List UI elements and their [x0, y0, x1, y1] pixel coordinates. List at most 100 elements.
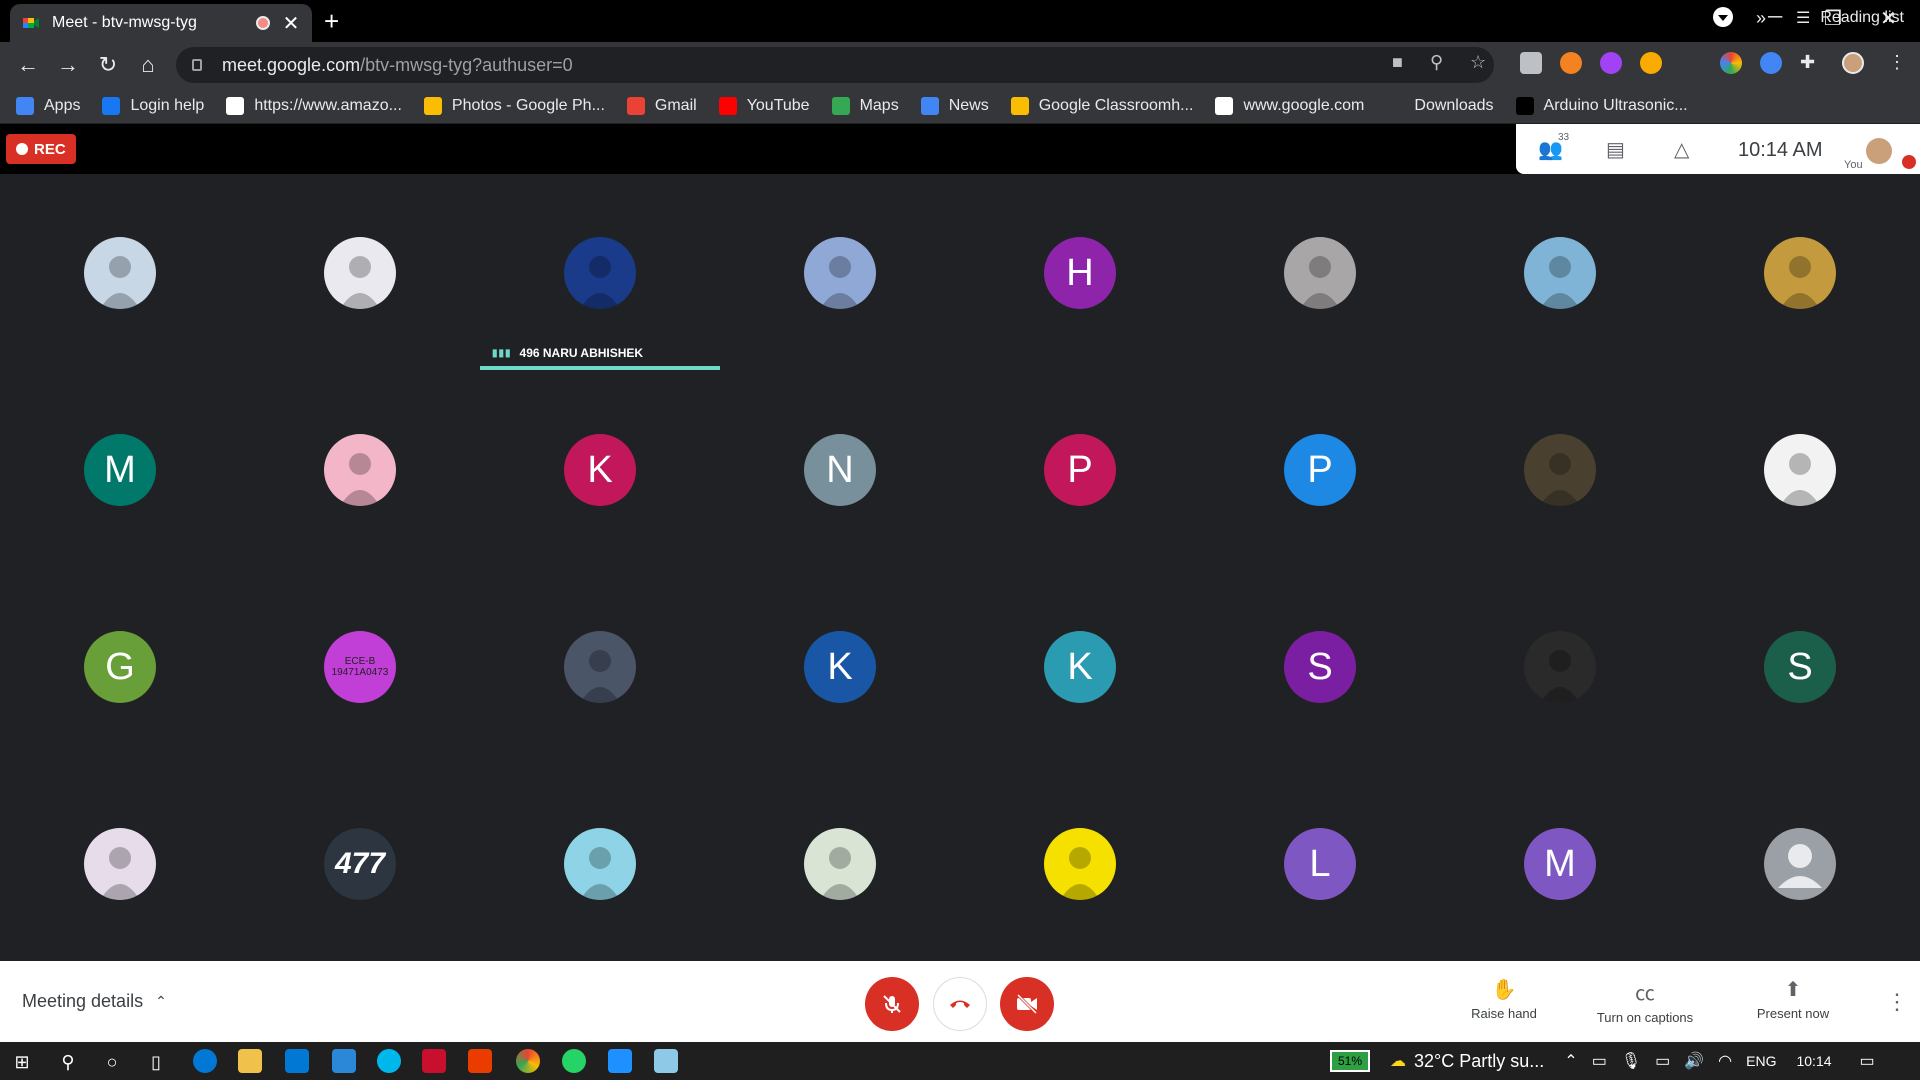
extension-icon[interactable]	[1520, 52, 1542, 74]
battery-indicator[interactable]: 51%	[1330, 1050, 1371, 1072]
bookmark-star-icon[interactable]: ☆	[1470, 52, 1486, 73]
extensions-puzzle-icon[interactable]: ✚	[1800, 52, 1815, 73]
file-explorer-icon[interactable]	[238, 1049, 262, 1073]
participant-tile[interactable]	[480, 568, 720, 765]
bookmark-item[interactable]: Downloads	[1386, 96, 1494, 115]
task-view-icon[interactable]: ▯	[144, 1050, 168, 1074]
extension-pen-icon[interactable]	[1600, 52, 1622, 74]
activities-icon[interactable]: △	[1674, 137, 1689, 162]
extension-blue-icon[interactable]	[1760, 52, 1782, 74]
cortana-icon[interactable]: ○	[100, 1050, 124, 1074]
app-l-icon[interactable]	[332, 1049, 356, 1073]
participant-tile[interactable]	[1440, 568, 1680, 765]
mail-icon[interactable]	[285, 1049, 309, 1073]
participant-tile[interactable]	[480, 174, 720, 371]
bookmark-item[interactable]: News	[920, 96, 989, 115]
tab-search-icon[interactable]	[1712, 6, 1734, 34]
extension-color-icon[interactable]	[1720, 52, 1742, 74]
tab-meet[interactable]: Meet - btv-mwsg-tyg ✕	[10, 4, 312, 42]
leave-call-button[interactable]	[933, 977, 987, 1031]
new-tab-button[interactable]: +	[324, 8, 339, 34]
app-icon[interactable]	[654, 1049, 678, 1073]
self-avatar[interactable]	[1866, 138, 1892, 164]
participant-tile[interactable]: M	[1440, 765, 1680, 962]
reload-button[interactable]: ↻	[94, 52, 122, 78]
participant-tile[interactable]: G	[0, 568, 240, 765]
bookmark-item[interactable]: YouTube	[718, 96, 810, 115]
captions-button[interactable]: ㏄ Turn on captions	[1590, 977, 1700, 1025]
participant-tile[interactable]: K	[720, 568, 960, 765]
reading-list-button[interactable]: ☰ Reading list	[1796, 8, 1904, 28]
meet-tray-icon[interactable]: ▭	[1592, 1051, 1607, 1071]
participant-tile[interactable]	[480, 765, 720, 962]
weather-text[interactable]: 32°C Partly su...	[1414, 1051, 1544, 1072]
participant-tile[interactable]: L	[1200, 765, 1440, 962]
language-indicator[interactable]: ENG	[1746, 1053, 1776, 1069]
participant-tile[interactable]	[1440, 371, 1680, 568]
bookmarks-overflow-button[interactable]: »	[1756, 8, 1766, 29]
profile-avatar[interactable]	[1842, 52, 1864, 74]
chrome-icon[interactable]	[516, 1049, 540, 1073]
bookmark-item[interactable]: Apps	[16, 96, 80, 115]
participant-tile[interactable]: S	[1200, 568, 1440, 765]
participant-tile[interactable]: 477	[240, 765, 480, 962]
participant-tile[interactable]	[1680, 765, 1920, 962]
photos-icon[interactable]	[608, 1049, 632, 1073]
chat-icon[interactable]: ▤	[1606, 137, 1625, 162]
bookmark-item[interactable]: www.google.com	[1215, 96, 1364, 115]
raise-hand-button[interactable]: ✋ Raise hand	[1464, 977, 1544, 1021]
extension-bulb-icon[interactable]	[1640, 52, 1662, 74]
participant-tile[interactable]: ECE-B 19471A0473	[240, 568, 480, 765]
whatsapp-icon[interactable]	[562, 1049, 586, 1073]
bookmark-item[interactable]: Google Classroomh...	[1010, 96, 1193, 115]
participant-tile[interactable]	[240, 371, 480, 568]
back-button[interactable]: ←	[14, 52, 42, 78]
notifications-icon[interactable]: ▭	[1860, 1051, 1875, 1071]
extension-key-icon[interactable]	[1560, 52, 1582, 74]
search-icon[interactable]: ⚲	[56, 1050, 80, 1074]
participant-tile[interactable]	[720, 174, 960, 371]
taskbar-clock[interactable]: 10:14	[1796, 1053, 1831, 1069]
tray-chevron-icon[interactable]: ⌃	[1564, 1051, 1577, 1071]
participant-tile[interactable]: S	[1680, 568, 1920, 765]
camera-toggle-button[interactable]	[1000, 977, 1054, 1031]
participant-tile[interactable]: N	[720, 371, 960, 568]
participant-tile[interactable]	[0, 765, 240, 962]
zoom-icon[interactable]: ⚲	[1430, 52, 1443, 73]
participant-tile[interactable]	[1200, 174, 1440, 371]
minimize-button[interactable]: ─	[1768, 6, 1782, 29]
forward-button[interactable]: →	[54, 52, 82, 78]
participant-tile[interactable]: P	[960, 371, 1200, 568]
volume-icon[interactable]: 🔊	[1684, 1051, 1704, 1071]
meeting-details-button[interactable]: Meeting details ⌃	[22, 991, 167, 1012]
participant-tile[interactable]	[720, 765, 960, 962]
participant-tile[interactable]	[240, 174, 480, 371]
edge-icon[interactable]	[193, 1049, 217, 1073]
address-bar[interactable]: meet.google.com/btv-mwsg-tyg?authuser=0	[176, 47, 1494, 83]
bookmark-item[interactable]: Gmail	[626, 96, 697, 115]
participant-tile[interactable]: M	[0, 371, 240, 568]
present-now-button[interactable]: ⬆ Present now	[1748, 977, 1838, 1021]
participant-tile[interactable]	[1680, 174, 1920, 371]
bookmark-item[interactable]: Login help	[102, 96, 204, 115]
participant-tile[interactable]: K	[960, 568, 1200, 765]
tab-close-icon[interactable]: ✕	[282, 11, 300, 36]
chrome-menu-icon[interactable]: ⋮	[1888, 52, 1906, 73]
participant-tile[interactable]	[1440, 174, 1680, 371]
mcafee-icon[interactable]	[422, 1049, 446, 1073]
participant-tile[interactable]	[0, 174, 240, 371]
bookmark-item[interactable]: Arduino Ultrasonic...	[1515, 96, 1688, 115]
home-button[interactable]: ⌂	[134, 52, 162, 78]
more-options-icon[interactable]: ⋮	[1886, 989, 1908, 1015]
participant-tile[interactable]: P	[1200, 371, 1440, 568]
participant-tile[interactable]	[1680, 371, 1920, 568]
participant-tile[interactable]: H	[960, 174, 1200, 371]
cortana-ring-icon[interactable]	[377, 1049, 401, 1073]
bookmark-item[interactable]: Maps	[831, 96, 899, 115]
wifi-icon[interactable]: ◠	[1718, 1051, 1732, 1071]
microphone-toggle-button[interactable]	[865, 977, 919, 1031]
participant-tile[interactable]	[960, 765, 1200, 962]
windows-start-icon[interactable]: ⊞	[10, 1050, 34, 1074]
camera-in-use-icon[interactable]: ■	[1392, 52, 1403, 73]
participant-tile[interactable]: K	[480, 371, 720, 568]
